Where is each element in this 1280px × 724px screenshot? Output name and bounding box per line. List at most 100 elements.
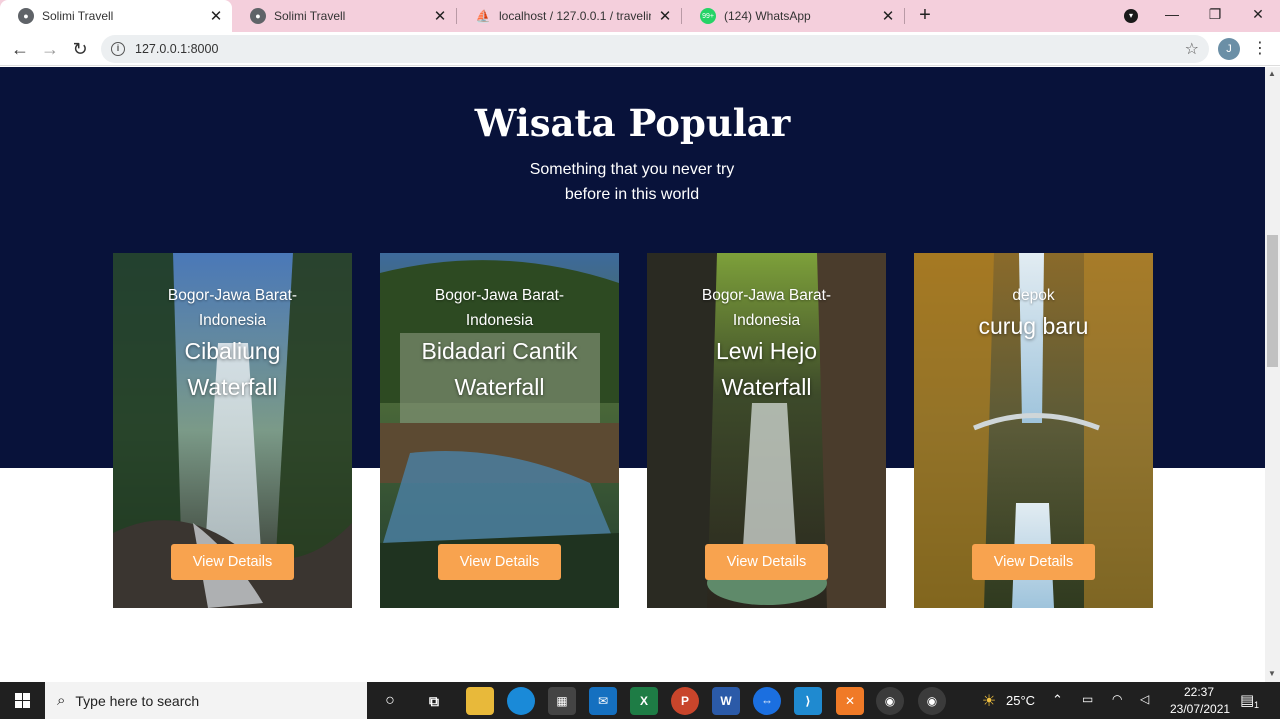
view-details-button[interactable]: View Details	[171, 544, 294, 580]
tab-separator	[904, 8, 905, 24]
title-line-1: curug baru	[978, 313, 1089, 339]
cortana-icon[interactable]: ○	[376, 687, 404, 715]
close-tab-icon[interactable]: ✕	[432, 7, 448, 25]
restore-icon[interactable]: ❐	[1195, 0, 1235, 30]
view-details-button[interactable]: View Details	[705, 544, 828, 580]
weather-icon[interactable]: ☀	[975, 687, 1003, 715]
title-line-1: Bidadari Cantik	[421, 338, 578, 364]
forward-arrow-icon[interactable]: →	[38, 37, 62, 61]
card-location: Bogor-Jawa Barat- Indonesia	[133, 283, 332, 333]
url-text: 127.0.0.1:8000	[135, 42, 219, 56]
tab-solimi-travell-active[interactable]: ● Solimi Travell ✕	[0, 0, 232, 32]
tab-title: Solimi Travell	[274, 9, 346, 23]
word-icon[interactable]: W	[712, 687, 740, 715]
address-bar-row: ← → ↻ i 127.0.0.1:8000 ☆ J ⋮	[0, 32, 1280, 66]
card-title: Lewi Hejo Waterfall	[657, 333, 876, 405]
card-title: curug baru	[924, 308, 1143, 344]
subtitle-line-2: before in this world	[564, 186, 700, 203]
title-line-1: Cibaliung	[184, 338, 281, 364]
back-arrow-icon[interactable]: ←	[8, 37, 32, 61]
windows-start-icon[interactable]	[0, 682, 45, 719]
globe-icon: ●	[250, 8, 266, 24]
taskbar-search-input[interactable]: ⌕ Type here to search	[45, 682, 367, 719]
window-close-icon[interactable]: ✕	[1238, 0, 1278, 30]
location-line-2: Indonesia	[198, 312, 267, 329]
wifi-icon[interactable]: ◠	[1112, 692, 1122, 706]
site-info-icon[interactable]: i	[111, 42, 125, 56]
view-details-button[interactable]: View Details	[438, 544, 561, 580]
url-input[interactable]: i 127.0.0.1:8000 ☆	[101, 35, 1209, 63]
scroll-thumb[interactable]	[1267, 235, 1278, 367]
xampp-icon[interactable]: ✕	[836, 687, 864, 715]
excel-icon[interactable]: X	[630, 687, 658, 715]
location-line-2: Indonesia	[732, 312, 801, 329]
subtitle-line-1: Something that you never try	[529, 161, 735, 178]
tray-chevron-icon[interactable]: ⌃	[1052, 692, 1063, 708]
title-line-2: Waterfall	[187, 374, 278, 400]
close-tab-icon[interactable]: ✕	[657, 7, 673, 25]
scroll-down-icon[interactable]: ▼	[1268, 669, 1276, 678]
profile-avatar[interactable]: J	[1218, 38, 1240, 60]
tab-whatsapp[interactable]: 99+ (124) WhatsApp ✕	[682, 0, 904, 32]
search-placeholder: Type here to search	[75, 692, 200, 709]
tab-solimi-travell[interactable]: ● Solimi Travell ✕	[232, 0, 456, 32]
file-explorer-icon[interactable]	[466, 687, 494, 715]
card-title: Bidadari Cantik Waterfall	[390, 333, 609, 405]
section-subtitle: Something that you never try before in t…	[482, 157, 782, 207]
location-line-1: depok	[1012, 287, 1055, 304]
tab-title: localhost / 127.0.0.1 / travelingku	[499, 9, 651, 23]
edge-icon[interactable]	[507, 687, 535, 715]
card-location: depok	[934, 283, 1133, 308]
tab-phpmyadmin[interactable]: ⛵ localhost / 127.0.0.1 / travelingku ✕	[457, 0, 681, 32]
page-scrollbar[interactable]: ▲ ▼	[1265, 67, 1280, 682]
notification-count: 1	[1254, 700, 1260, 710]
title-line-1: Lewi Hejo	[716, 338, 817, 364]
close-tab-icon[interactable]: ✕	[880, 7, 896, 25]
page-viewport: Wisata Popular Something that you never …	[0, 67, 1265, 682]
volume-icon[interactable]: ◁	[1140, 692, 1149, 706]
section-title: Wisata Popular	[474, 101, 791, 145]
minimize-icon[interactable]: —	[1152, 0, 1192, 30]
battery-icon[interactable]: ▭	[1082, 692, 1093, 706]
destination-card-cibaliung: Bogor-Jawa Barat- Indonesia Cibaliung Wa…	[113, 253, 352, 608]
clock-time[interactable]: 22:37	[1184, 685, 1214, 699]
browser-tab-strip: ● Solimi Travell ✕ ● Solimi Travell ✕ ⛵ …	[0, 0, 1280, 32]
vscode-icon[interactable]: ⟩	[794, 687, 822, 715]
close-tab-icon[interactable]: ✕	[208, 7, 224, 25]
temperature: 25°C	[1006, 693, 1036, 708]
title-line-2: Waterfall	[721, 374, 812, 400]
chrome-icon[interactable]: ◉	[918, 687, 946, 715]
clock-date[interactable]: 23/07/2021	[1170, 702, 1230, 716]
destination-card-curug-baru: depok curug baru View Details	[914, 253, 1153, 608]
location-line-1: Bogor-Jawa Barat-	[701, 287, 832, 304]
tab-title: Solimi Travell	[42, 9, 114, 23]
location-line-1: Bogor-Jawa Barat-	[434, 287, 565, 304]
view-details-button[interactable]: View Details	[972, 544, 1095, 580]
mail-icon[interactable]: ✉	[589, 687, 617, 715]
teamviewer-icon[interactable]: ⇔	[753, 687, 781, 715]
search-icon: ⌕	[57, 692, 66, 709]
notification-icon[interactable]: ▤	[1240, 691, 1254, 709]
new-tab-button[interactable]: +	[914, 4, 936, 26]
title-line-2: Waterfall	[454, 374, 545, 400]
card-title: Cibaliung Waterfall	[123, 333, 342, 405]
tab-title: (124) WhatsApp	[724, 9, 811, 23]
bookmark-star-icon[interactable]: ☆	[1185, 39, 1199, 59]
browser-menu-icon[interactable]: ⋮	[1252, 38, 1268, 60]
scroll-up-icon[interactable]: ▲	[1268, 69, 1276, 78]
store-icon[interactable]: ▦	[548, 687, 576, 715]
windows-taskbar: ⌕ Type here to search ○ ⧉ ▦ ✉ X P W ⇔ ⟩ …	[0, 682, 1280, 719]
globe-icon: ●	[18, 8, 34, 24]
destination-card-bidadari-cantik: Bogor-Jawa Barat- Indonesia Bidadari Can…	[380, 253, 619, 608]
location-line-1: Bogor-Jawa Barat-	[167, 287, 298, 304]
destination-card-lewi-hejo: Bogor-Jawa Barat- Indonesia Lewi Hejo Wa…	[647, 253, 886, 608]
tab-search-icon[interactable]: ▾	[1124, 9, 1138, 23]
card-location: Bogor-Jawa Barat- Indonesia	[667, 283, 866, 333]
powerpoint-icon[interactable]: P	[671, 687, 699, 715]
phpmyadmin-icon: ⛵	[475, 9, 491, 23]
reload-icon[interactable]: ↻	[68, 37, 92, 61]
chrome-active-icon[interactable]: ◉	[876, 687, 904, 715]
whatsapp-icon: 99+	[700, 8, 716, 24]
location-line-2: Indonesia	[465, 312, 534, 329]
task-view-icon[interactable]: ⧉	[420, 687, 448, 715]
